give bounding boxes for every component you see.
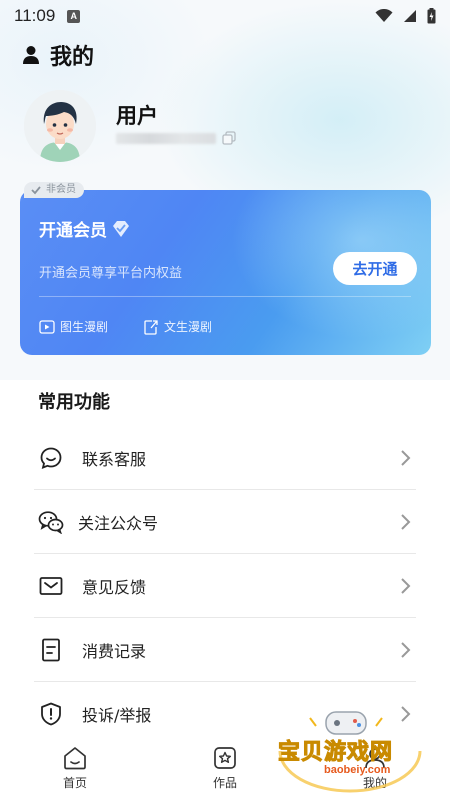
open-vip-button[interactable]: 去开通: [333, 252, 417, 285]
page-header: 我的: [22, 38, 94, 72]
membership-status-badge: 非会员: [24, 182, 84, 198]
star-box-icon: [214, 747, 236, 769]
feature-text-to-drama[interactable]: 文生漫剧: [143, 318, 212, 335]
tab-works[interactable]: 作品: [185, 746, 265, 791]
document-export-icon: [144, 319, 158, 335]
shield-alert-icon: [38, 701, 64, 727]
menu-label: 联系客服: [82, 449, 147, 469]
vip-title-row: 开通会员: [39, 216, 131, 241]
user-icon: [23, 46, 39, 64]
menu-item-follow-official[interactable]: 关注公众号: [34, 490, 416, 554]
status-time: 11:09: [14, 6, 56, 25]
chevron-right-icon: [401, 577, 411, 594]
menu-item-spending-record[interactable]: 消费记录: [34, 618, 416, 682]
username: 用户: [116, 104, 158, 128]
avatar[interactable]: [24, 90, 96, 162]
mail-icon: [38, 573, 64, 599]
check-icon: [31, 186, 41, 195]
feature-label: 图生漫剧: [60, 320, 109, 334]
copy-icon[interactable]: [222, 131, 236, 145]
vip-title: 开通会员: [39, 221, 107, 241]
menu-label: 消费记录: [82, 641, 147, 661]
avatar-illustration-icon: [24, 90, 96, 162]
tab-label: 作品: [212, 776, 237, 790]
vip-subtitle: 开通会员尊享平台内权益: [39, 266, 183, 281]
membership-status-label: 非会员: [46, 184, 76, 195]
tab-mine[interactable]: 我的: [335, 746, 415, 791]
signal-icon: [404, 10, 416, 22]
tab-home[interactable]: 首页: [35, 746, 115, 791]
chevron-right-icon: [401, 513, 411, 530]
vip-card[interactable]: 开通会员 开通会员尊享平台内权益 去开通 图生漫剧 文生漫剧: [20, 190, 431, 355]
chevron-right-icon: [401, 641, 411, 658]
receipt-icon: [38, 637, 64, 663]
menu-label: 投诉/举报: [82, 706, 152, 725]
headset-chat-icon: [38, 445, 64, 471]
wifi-icon: [375, 9, 393, 22]
chevron-right-icon: [401, 449, 411, 466]
page-title: 我的: [50, 45, 95, 70]
tab-label: 我的: [362, 776, 387, 790]
feature-label: 文生漫剧: [164, 320, 213, 334]
home-icon: [64, 747, 86, 770]
menu-label: 意见反馈: [82, 577, 147, 597]
video-play-icon: [39, 319, 55, 334]
bottom-tab-bar: 首页 作品 我的: [0, 736, 450, 800]
wechat-icon: [38, 509, 64, 535]
status-bar: 11:09 A: [0, 0, 450, 32]
user-id-blurred: [116, 133, 216, 144]
menu-label: 关注公众号: [78, 513, 159, 533]
menu-item-feedback[interactable]: 意见反馈: [34, 554, 416, 618]
user-icon: [365, 748, 385, 769]
battery-icon: [427, 8, 436, 24]
divider: [39, 296, 411, 297]
menu-item-contact-service[interactable]: 联系客服: [34, 426, 416, 490]
diamond-badge-icon: [113, 220, 129, 237]
feature-image-to-drama[interactable]: 图生漫剧: [39, 318, 108, 335]
chevron-right-icon: [401, 706, 411, 722]
tab-label: 首页: [62, 776, 87, 790]
section-title: 常用功能: [38, 392, 110, 413]
notification-icon: A: [67, 9, 81, 23]
